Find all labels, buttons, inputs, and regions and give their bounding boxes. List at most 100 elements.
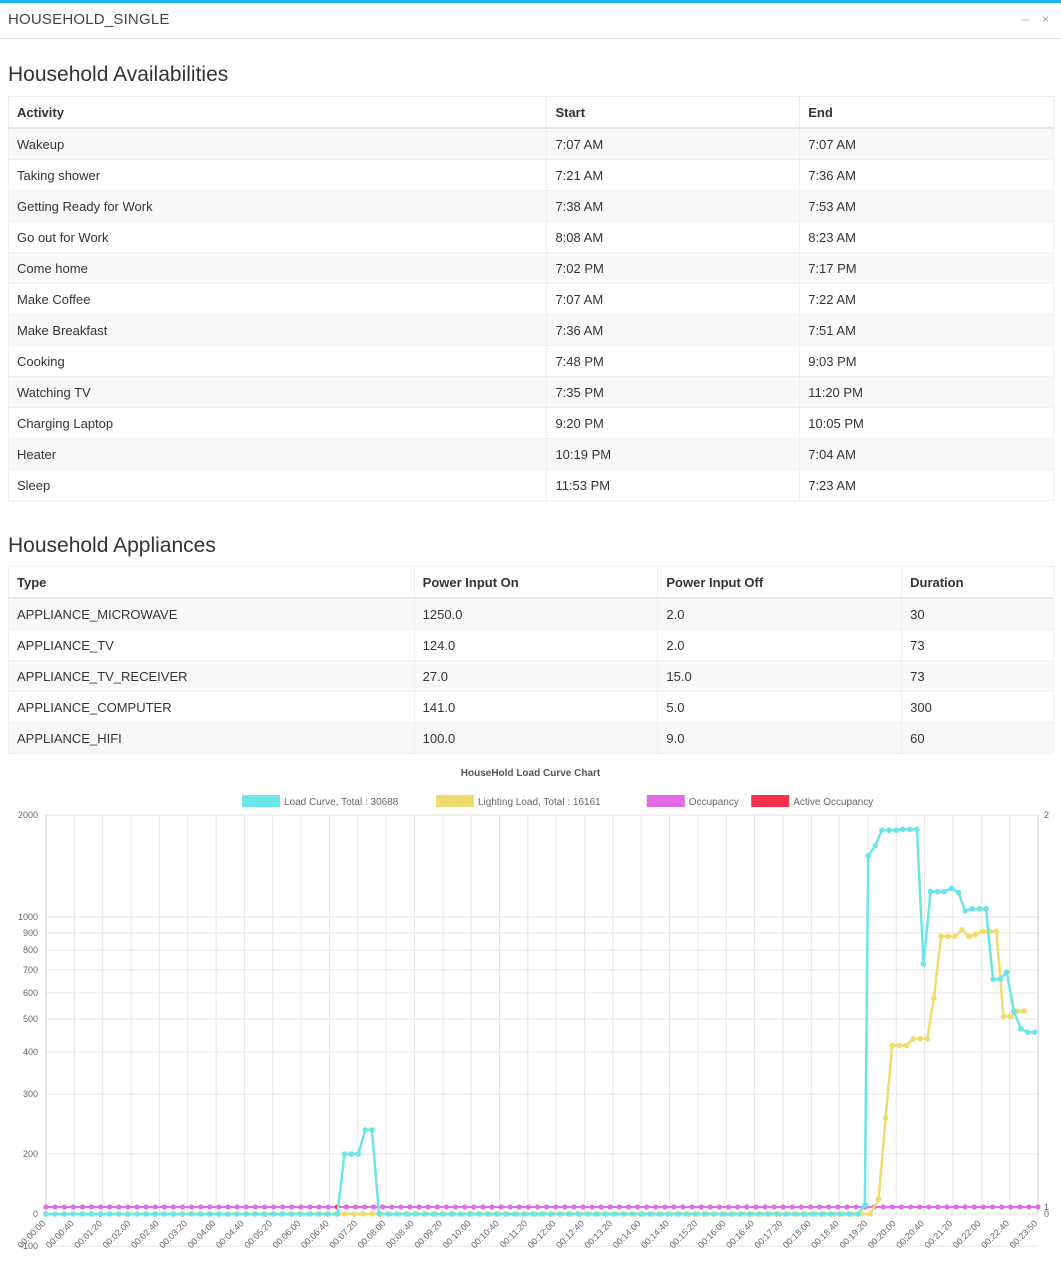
table-cell: 11:53 PM: [546, 469, 801, 501]
x-tick-label: 00:11:20: [498, 1218, 529, 1249]
load-curve-point: [1011, 1008, 1017, 1014]
load-curve-chart-svg: HouseHold Load Curve Chart Load Curve, To…: [16, 768, 1049, 1251]
load-curve-point: [665, 1211, 671, 1217]
occupancy-point: [1017, 1204, 1023, 1210]
lighting-load-point: [917, 1036, 923, 1042]
load-curve-point: [791, 1211, 798, 1217]
load-curve-point: [674, 1211, 680, 1217]
load-curve-line: [46, 828, 1035, 1216]
occupancy-point: [52, 1204, 58, 1210]
load-curve-point: [225, 1211, 231, 1217]
occupancy-point: [198, 1204, 204, 1210]
load-curve-point: [941, 888, 948, 895]
occupancy-point: [753, 1204, 759, 1210]
table-cell: 9:20 PM: [546, 407, 801, 439]
occupancy-point: [689, 1204, 695, 1210]
occupancy-point: [853, 1204, 859, 1210]
column-header: Start: [546, 96, 801, 129]
occupancy-point: [616, 1204, 622, 1210]
occupancy-point: [680, 1204, 686, 1210]
occupancy-point: [452, 1204, 459, 1210]
load-curve-point: [170, 1211, 177, 1217]
table-header-row: Type Power Input On Power Input Off Duratio…: [8, 566, 1054, 599]
occupancy-point: [598, 1204, 604, 1210]
x-tick-label: 00:15:20: [667, 1218, 699, 1250]
y-tick-label: 400: [23, 1047, 38, 1057]
load-curve-point: [394, 1211, 400, 1217]
column-header: Power Input On: [413, 566, 659, 599]
table-row: Come home 7:02 PM 7:17 PM: [7, 252, 1054, 284]
x-tick-label: 00:05:20: [242, 1218, 274, 1250]
occupancy-point: [589, 1204, 595, 1210]
close-icon[interactable]: ×: [1042, 12, 1049, 26]
x-tick-label: 00:00:40: [44, 1218, 76, 1250]
table-cell: 11:20 PM: [799, 376, 1054, 408]
occupancy-point: [116, 1204, 122, 1210]
occupancy-point: [389, 1204, 395, 1210]
table-cell: Getting Ready for Work: [7, 190, 548, 222]
load-curve-point: [638, 1211, 644, 1217]
occupancy-point: [771, 1204, 777, 1210]
load-curve-point: [755, 1211, 762, 1217]
load-curve-point: [484, 1211, 491, 1217]
occupancy-point: [762, 1204, 768, 1210]
load-curve-point: [511, 1211, 518, 1217]
load-curve-point: [886, 827, 892, 834]
minimize-icon[interactable]: –: [1022, 12, 1029, 26]
x-tick-label: 00:14:00: [611, 1218, 643, 1250]
x-tick-label: 00:18:40: [809, 1218, 841, 1250]
load-curve-point: [88, 1211, 95, 1217]
table-cell: 8:08 AM: [546, 221, 801, 253]
y2-tick-label: 0: [1044, 1209, 1049, 1219]
occupancy-point: [434, 1204, 440, 1210]
occupancy-point: [962, 1204, 968, 1210]
table-cell: Sleep: [7, 469, 548, 501]
occupancy-point: [725, 1204, 732, 1210]
table-cell: 141.0: [413, 691, 659, 723]
load-curve-point: [79, 1211, 86, 1217]
lighting-load-point: [910, 1036, 916, 1042]
x-tick-label: 00:08:00: [356, 1218, 388, 1250]
load-curve-point: [914, 826, 920, 833]
occupancy-point: [225, 1204, 231, 1210]
load-curve-point: [899, 826, 906, 833]
occupancy-point: [534, 1204, 541, 1210]
occupancy-point: [425, 1204, 431, 1210]
load-curve-point: [252, 1211, 259, 1217]
occupancy-point: [407, 1204, 413, 1210]
occupancy-point: [216, 1204, 222, 1210]
occupancy-point: [471, 1204, 477, 1210]
column-header: Duration: [901, 566, 1054, 599]
column-header: Activity: [7, 96, 548, 129]
table-cell: Come home: [7, 252, 548, 284]
load-curve-point: [827, 1211, 834, 1217]
occupancy-point: [480, 1204, 486, 1210]
load-curve-point: [836, 1211, 843, 1217]
y-tick-label: 0: [33, 1209, 38, 1219]
occupancy-point: [307, 1204, 313, 1210]
load-curve-point: [1003, 969, 1010, 976]
x-tick-label: 00:04:40: [214, 1218, 246, 1250]
occupancy-point: [998, 1204, 1005, 1210]
lighting-load-point: [342, 1211, 348, 1217]
load-curve-point: [593, 1211, 599, 1217]
load-curve-point: [629, 1211, 635, 1217]
load-curve-point: [125, 1211, 131, 1217]
table-cell: 100.0: [413, 722, 659, 754]
table-cell: 15.0: [657, 660, 903, 692]
chart-title: HouseHold Load Curve Chart: [461, 768, 601, 779]
y-tick-label: 1000: [18, 912, 38, 922]
load-curve-point: [529, 1211, 536, 1217]
occupancy-point: [270, 1204, 277, 1210]
x-tick-label: 00:12:40: [554, 1218, 586, 1250]
occupancy-point: [698, 1204, 704, 1210]
table-cell: 7:22 AM: [799, 283, 1054, 315]
lighting-load-point: [1021, 1008, 1028, 1014]
occupancy-point: [953, 1204, 959, 1210]
x-tick-label: 00:07:20: [327, 1218, 359, 1250]
load-curve-point: [43, 1211, 49, 1217]
table-cell: 30: [901, 597, 1054, 630]
occupancy-point: [489, 1204, 495, 1210]
load-curve-point: [457, 1211, 464, 1217]
table-cell: 7:21 AM: [546, 159, 801, 191]
